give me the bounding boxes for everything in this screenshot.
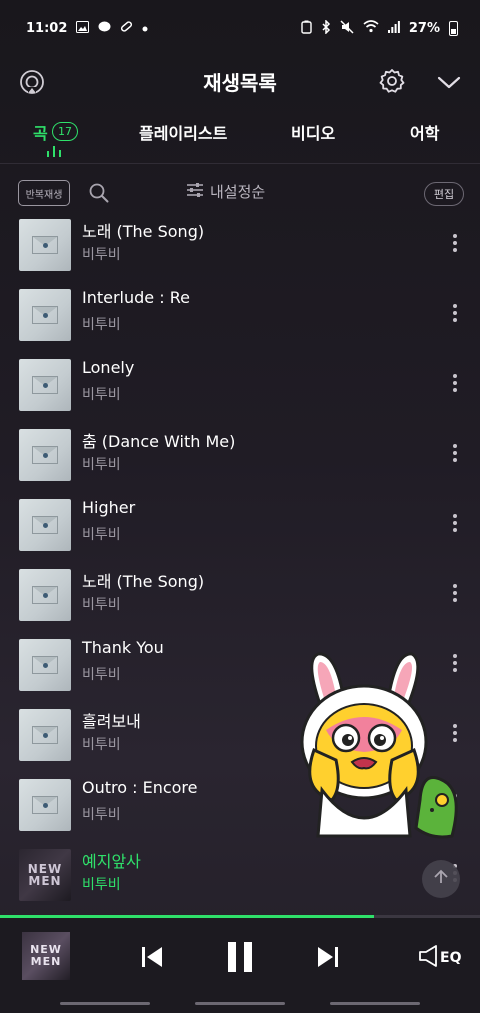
gallery-icon [76, 20, 90, 36]
battery-percent: 27% [408, 20, 440, 36]
song-artist: 비투비 [82, 317, 121, 333]
album-thumbnail: NEW MEN [19, 849, 71, 901]
equalizer-button[interactable]: EQ [418, 944, 461, 972]
battery-saver-icon [301, 20, 312, 37]
list-item[interactable]: Lonely 비투비 [0, 350, 480, 420]
chevron-down-icon[interactable] [436, 69, 462, 95]
song-title: Thank You [82, 638, 164, 657]
list-item[interactable]: Higher 비투비 [0, 490, 480, 560]
song-title: 춤 (Dance With Me) [82, 432, 236, 451]
mute-icon [340, 19, 354, 37]
song-title: 예지앞사 [82, 852, 141, 871]
status-left: 11:02 [26, 20, 148, 36]
album-thumbnail [19, 569, 71, 621]
player-album-art[interactable]: NEW MEN [22, 932, 70, 980]
song-artist: 비투비 [82, 387, 121, 403]
list-item[interactable]: 노래 (The Song) 비투비 [0, 560, 480, 630]
song-artist: 비투비 [82, 247, 121, 263]
system-nav-bar [0, 994, 480, 1013]
speaker-icon [418, 944, 438, 972]
album-thumbnail [19, 779, 71, 831]
song-title: 노래 (The Song) [82, 222, 205, 241]
header: 재생목록 [0, 56, 480, 106]
scroll-to-top-button[interactable] [422, 860, 460, 898]
page-title: 재생목록 [203, 70, 277, 95]
signal-icon [387, 20, 400, 36]
eq-label: EQ [440, 950, 462, 966]
repeat-label: 반복재생 [25, 189, 63, 201]
nav-back[interactable] [330, 1002, 420, 1005]
battery-icon [449, 20, 458, 36]
repeat-button[interactable]: 반복재생 [18, 180, 70, 206]
arrow-up-icon [432, 868, 450, 890]
album-thumbnail [19, 709, 71, 761]
album-thumbnail [19, 429, 71, 481]
wifi-icon [363, 20, 379, 36]
tab-bar: 곡 17 플레이리스트 비디오 어학 [0, 110, 480, 164]
song-artist: 비투비 [82, 597, 121, 613]
tab-songs[interactable]: 곡 [33, 120, 48, 144]
song-title: Higher [82, 498, 136, 517]
tab-videos[interactable]: 비디오 [291, 120, 335, 144]
status-right: 27% [301, 18, 458, 37]
edit-button[interactable]: 편집 [424, 182, 464, 206]
previous-track-icon[interactable] [139, 944, 165, 970]
more-options-icon[interactable] [448, 302, 462, 326]
player-album-art-text: NEW MEN [30, 943, 62, 968]
tab-language[interactable]: 어학 [410, 120, 439, 144]
album-art-text: NEW MEN [27, 862, 63, 888]
song-title: Interlude : Re [82, 288, 190, 307]
song-artist: 비투비 [82, 737, 121, 753]
notification-dot-icon [142, 22, 148, 35]
song-title: 노래 (The Song) [82, 572, 205, 591]
album-thumbnail [19, 499, 71, 551]
more-options-icon[interactable] [448, 582, 462, 606]
list-item[interactable]: Interlude : Re 비투비 [0, 280, 480, 350]
pause-icon[interactable] [224, 940, 256, 974]
next-track-icon[interactable] [315, 944, 341, 970]
more-options-icon[interactable] [448, 512, 462, 536]
song-title: Lonely [82, 358, 135, 377]
clock: 11:02 [26, 20, 68, 36]
mini-player: NEW MEN EQ [0, 918, 480, 994]
nav-home[interactable] [195, 1002, 285, 1005]
song-artist: 비투비 [82, 807, 121, 823]
song-count-badge: 17 [52, 122, 78, 141]
search-icon[interactable] [88, 182, 110, 204]
tab-playlists[interactable]: 플레이리스트 [139, 120, 227, 144]
song-title: Outro : Encore [82, 778, 198, 797]
settings-gear-icon[interactable] [378, 67, 406, 95]
edit-label: 편집 [433, 188, 455, 201]
song-title: 흘려보내 [82, 712, 141, 731]
song-artist: 비투비 [82, 457, 121, 473]
sort-sliders-icon [186, 182, 204, 202]
list-controls: 반복재생 내설정순 편집 [0, 176, 480, 210]
more-options-icon[interactable] [448, 232, 462, 256]
character-sticker [292, 650, 474, 846]
pill-icon [120, 20, 133, 36]
album-thumbnail [19, 639, 71, 691]
nav-recent[interactable] [60, 1002, 150, 1005]
now-playing-bars-icon [47, 146, 61, 157]
list-item-current[interactable]: NEW MEN 예지앞사 비투비 [0, 840, 480, 910]
song-artist: 비투비 [82, 667, 121, 683]
more-options-icon[interactable] [448, 372, 462, 396]
list-item[interactable]: 노래 (The Song) 비투비 [0, 210, 480, 280]
cast-icon[interactable] [18, 68, 46, 96]
song-artist: 비투비 [82, 877, 121, 893]
sort-button[interactable]: 내설정순 [186, 181, 265, 202]
sort-label: 내설정순 [210, 183, 266, 201]
status-bar: 11:02 27% [0, 0, 480, 56]
song-artist: 비투비 [82, 527, 121, 543]
more-options-icon[interactable] [448, 442, 462, 466]
album-thumbnail [19, 359, 71, 411]
list-item[interactable]: 춤 (Dance With Me) 비투비 [0, 420, 480, 490]
album-thumbnail [19, 289, 71, 341]
chat-icon [98, 21, 111, 36]
bluetooth-icon [321, 18, 331, 37]
album-thumbnail [19, 219, 71, 271]
